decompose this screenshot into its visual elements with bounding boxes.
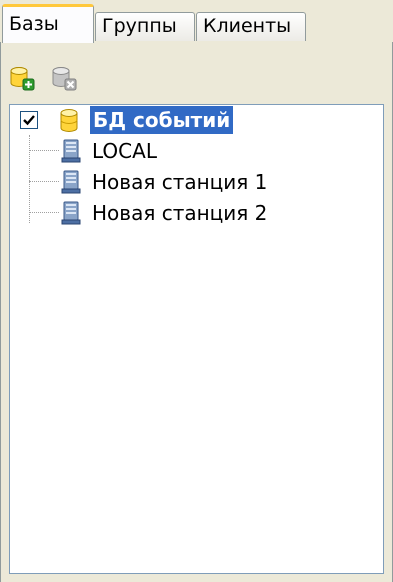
- root-checkbox[interactable]: [20, 111, 38, 129]
- database-tree[interactable]: БД событий LOCAL Новая станция 1 Новая с…: [9, 104, 384, 574]
- database-remove-icon: [52, 67, 77, 91]
- tree-node-station[interactable]: LOCAL: [10, 137, 380, 167]
- add-database-button[interactable]: [7, 63, 37, 93]
- tree-node-station[interactable]: Новая станция 1: [10, 168, 380, 198]
- database-icon: [60, 109, 78, 132]
- tab-groups[interactable]: Группы: [95, 12, 195, 41]
- toolbar: [7, 60, 79, 96]
- tab-panel: БД событий LOCAL Новая станция 1 Новая с…: [0, 42, 393, 582]
- computer-icon: [61, 139, 81, 163]
- checkmark-icon: [23, 115, 35, 126]
- tree-node-root[interactable]: БД событий: [10, 106, 380, 136]
- database-add-icon: [10, 67, 35, 91]
- tree-node-label[interactable]: LOCAL: [92, 137, 157, 165]
- computer-icon: [61, 170, 81, 194]
- tab-strip: Базы Группы Клиенты: [0, 0, 393, 43]
- tree-node-label[interactable]: Новая станция 2: [92, 199, 267, 227]
- tab-databases[interactable]: Базы: [2, 4, 94, 43]
- remove-database-button[interactable]: [49, 63, 79, 93]
- computer-icon: [61, 201, 81, 225]
- tab-clients[interactable]: Клиенты: [196, 12, 306, 41]
- tree-node-label[interactable]: БД событий: [90, 106, 234, 134]
- tree-node-label[interactable]: Новая станция 1: [92, 168, 267, 196]
- tree-node-station[interactable]: Новая станция 2: [10, 199, 380, 229]
